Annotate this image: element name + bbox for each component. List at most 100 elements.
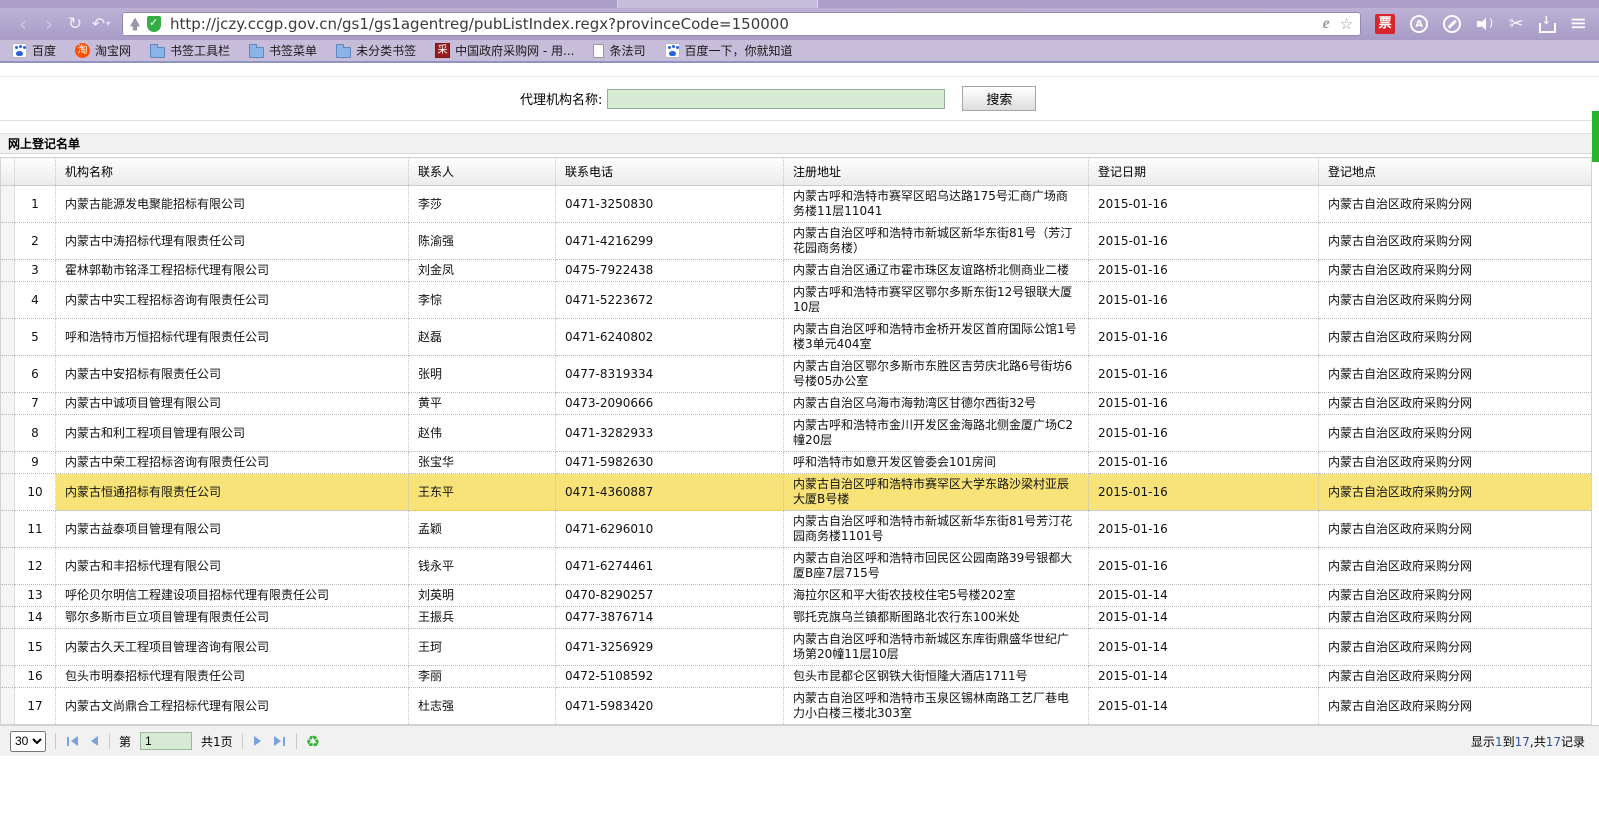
bookmark-item[interactable]: 条法司	[593, 42, 645, 59]
agency-name-link[interactable]: 内蒙古中荣工程招标咨询有限责任公司	[56, 452, 409, 474]
bookmark-item[interactable]: 书签菜单	[249, 42, 317, 59]
table-row[interactable]: 3霍林郭勒市铭泽工程招标代理有限公司刘金凤0475-7922438内蒙古自治区通…	[1, 260, 1592, 282]
table-row[interactable]: 10内蒙古恒通招标有限责任公司王东平0471-4360887内蒙古自治区呼和浩特…	[1, 474, 1592, 511]
url-text: http://jczy.ccgp.gov.cn/gs1/gs1agentreg/…	[170, 15, 1317, 33]
menu-hamburger-icon[interactable]	[1569, 16, 1587, 33]
ticket-extension-icon[interactable]: 票	[1375, 14, 1395, 34]
agency-name-link[interactable]: 内蒙古益泰项目管理有限公司	[56, 511, 409, 548]
register-place: 内蒙古自治区政府采购分网	[1319, 666, 1592, 688]
table-row[interactable]: 12内蒙古和丰招标代理有限公司钱永平0471-6274461内蒙古自治区呼和浩特…	[1, 548, 1592, 585]
agency-name-link[interactable]: 内蒙古文尚鼎合工程招标代理有限公司	[56, 688, 409, 725]
folder-icon	[336, 47, 351, 58]
search-button[interactable]: 搜索	[962, 86, 1036, 111]
contact-phone: 0471-6296010	[556, 511, 784, 548]
contact-phone: 0473-2090666	[556, 393, 784, 415]
page-icon	[593, 44, 604, 58]
summary-part: 显示	[1471, 735, 1495, 749]
agency-name-link[interactable]: 内蒙古中安招标有限责任公司	[56, 356, 409, 393]
table-row[interactable]: 16包头市明泰招标代理有限责任公司李丽0472-5108592包头市昆都仑区钢铁…	[1, 666, 1592, 688]
row-grip	[1, 629, 15, 666]
bookmark-item[interactable]: 书签工具栏	[150, 42, 230, 59]
table-row[interactable]: 5呼和浩特市万恒招标代理有限责任公司赵磊0471-6240802内蒙古自治区呼和…	[1, 319, 1592, 356]
table-row[interactable]: 15内蒙古久天工程项目管理咨询有限公司王珂0471-3256929内蒙古自治区呼…	[1, 629, 1592, 666]
prev-page-button[interactable]	[89, 734, 100, 748]
refresh-table-icon[interactable]	[306, 732, 320, 751]
row-number: 16	[15, 666, 56, 688]
contact-person: 孟颖	[409, 511, 556, 548]
page-size-select[interactable]: 30	[10, 731, 46, 752]
contact-phone: 0471-3250830	[556, 186, 784, 223]
register-place: 内蒙古自治区政府采购分网	[1319, 415, 1592, 452]
row-grip	[1, 393, 15, 415]
register-date: 2015-01-16	[1089, 474, 1319, 511]
last-page-button[interactable]	[272, 734, 287, 748]
scissors-icon[interactable]	[1509, 14, 1523, 34]
table-row[interactable]: 7内蒙古中诚项目管理有限公司黄平0473-2090666内蒙古自治区乌海市海勃湾…	[1, 393, 1592, 415]
agency-name-link[interactable]: 呼和浩特市万恒招标代理有限责任公司	[56, 319, 409, 356]
site-identity-icon[interactable]	[130, 18, 140, 31]
contact-person: 刘金凤	[409, 260, 556, 282]
page-number-input[interactable]	[140, 732, 192, 750]
next-page-button[interactable]	[252, 734, 263, 748]
page-prefix-label: 第	[119, 733, 131, 750]
undo-history-button[interactable]	[88, 11, 114, 37]
speaker-icon[interactable]	[1476, 16, 1494, 32]
security-shield-icon[interactable]	[147, 16, 161, 32]
summary-part: 到	[1503, 735, 1515, 749]
agency-name-link[interactable]: 内蒙古和丰招标代理有限公司	[56, 548, 409, 585]
separator	[55, 733, 56, 749]
compass-icon[interactable]	[1443, 15, 1461, 33]
agency-name-link[interactable]: 内蒙古中实工程招标咨询有限责任公司	[56, 282, 409, 319]
records-summary: 显示1到17,共17记录	[1471, 733, 1585, 750]
table-row[interactable]: 11内蒙古益泰项目管理有限公司孟颖0471-6296010内蒙古自治区呼和浩特市…	[1, 511, 1592, 548]
bookmark-item[interactable]: 未分类书签	[336, 42, 416, 59]
contact-phone: 0471-3256929	[556, 629, 784, 666]
bookmark-label: 淘宝网	[95, 42, 131, 59]
table-row[interactable]: 9内蒙古中荣工程招标咨询有限责任公司张宝华0471-5982630呼和浩特市如意…	[1, 452, 1592, 474]
url-bar[interactable]: http://jczy.ccgp.gov.cn/gs1/gs1agentreg/…	[122, 12, 1361, 36]
reload-button[interactable]	[62, 11, 88, 37]
agency-name-link[interactable]: 呼伦贝尔明信工程建设项目招标代理有限责任公司	[56, 585, 409, 607]
agency-name-link[interactable]: 内蒙古和利工程项目管理有限公司	[56, 415, 409, 452]
agency-name-link[interactable]: 霍林郭勒市铭泽工程招标代理有限公司	[56, 260, 409, 282]
table-row[interactable]: 6内蒙古中安招标有限责任公司张明0477-8319334内蒙古自治区鄂尔多斯市东…	[1, 356, 1592, 393]
agency-name-input[interactable]	[607, 89, 945, 109]
table-row[interactable]: 4内蒙古中实工程招标咨询有限责任公司李悰0471-5223672内蒙古呼和浩特市…	[1, 282, 1592, 319]
download-icon[interactable]	[1538, 16, 1554, 33]
contact-phone: 0471-5983420	[556, 688, 784, 725]
bookmark-item[interactable]: 淘淘宝网	[75, 42, 131, 59]
ie-compat-icon[interactable]: e	[1323, 15, 1330, 33]
folder-icon	[150, 47, 165, 58]
agency-name-link[interactable]: 鄂尔多斯市巨立项目管理有限责任公司	[56, 607, 409, 629]
table-row[interactable]: 13呼伦贝尔明信工程建设项目招标代理有限责任公司刘英明0470-8290257海…	[1, 585, 1592, 607]
forward-button[interactable]	[36, 11, 62, 37]
circled-a-icon[interactable]	[1410, 15, 1428, 33]
scrollbar-thumb[interactable]	[1592, 111, 1599, 162]
agency-name-link[interactable]: 内蒙古中涛招标代理有限责任公司	[56, 223, 409, 260]
contact-phone: 0471-6240802	[556, 319, 784, 356]
register-place: 内蒙古自治区政府采购分网	[1319, 607, 1592, 629]
table-row[interactable]: 17内蒙古文尚鼎合工程招标代理有限公司杜志强0471-5983420内蒙古自治区…	[1, 688, 1592, 725]
register-date: 2015-01-16	[1089, 415, 1319, 452]
table-row[interactable]: 8内蒙古和利工程项目管理有限公司赵伟0471-3282933内蒙古呼和浩特市金川…	[1, 415, 1592, 452]
register-date: 2015-01-16	[1089, 356, 1319, 393]
agency-name-link[interactable]: 内蒙古中诚项目管理有限公司	[56, 393, 409, 415]
first-page-button[interactable]	[65, 734, 80, 748]
table-row[interactable]: 1内蒙古能源发电聚能招标有限公司李莎0471-3250830内蒙古呼和浩特市赛罕…	[1, 186, 1592, 223]
agency-name-link[interactable]: 内蒙古能源发电聚能招标有限公司	[56, 186, 409, 223]
agency-name-link[interactable]: 内蒙古恒通招标有限责任公司	[56, 474, 409, 511]
bookmark-item[interactable]: 采中国政府采购网 - 用...	[435, 42, 574, 59]
row-grip	[1, 356, 15, 393]
bookmarks-bar: 百度 淘淘宝网 书签工具栏 书签菜单 未分类书签 采中国政府采购网 - 用... 条法司 百度…	[0, 40, 1599, 63]
contact-person: 李莎	[409, 186, 556, 223]
agency-name-link[interactable]: 内蒙古久天工程项目管理咨询有限公司	[56, 629, 409, 666]
active-tab[interactable]	[617, 0, 818, 8]
bookmark-item[interactable]: 百度	[12, 42, 56, 59]
table-row[interactable]: 2内蒙古中涛招标代理有限责任公司陈渝强0471-4216299内蒙古自治区呼和浩…	[1, 223, 1592, 260]
register-place: 内蒙古自治区政府采购分网	[1319, 282, 1592, 319]
bookmark-star-icon[interactable]	[1340, 15, 1353, 33]
bookmark-item[interactable]: 百度一下，你就知道	[665, 42, 793, 59]
back-button[interactable]	[10, 11, 36, 37]
agency-name-link[interactable]: 包头市明泰招标代理有限责任公司	[56, 666, 409, 688]
table-row[interactable]: 14鄂尔多斯市巨立项目管理有限责任公司王振兵0477-3876714鄂托克旗乌兰…	[1, 607, 1592, 629]
